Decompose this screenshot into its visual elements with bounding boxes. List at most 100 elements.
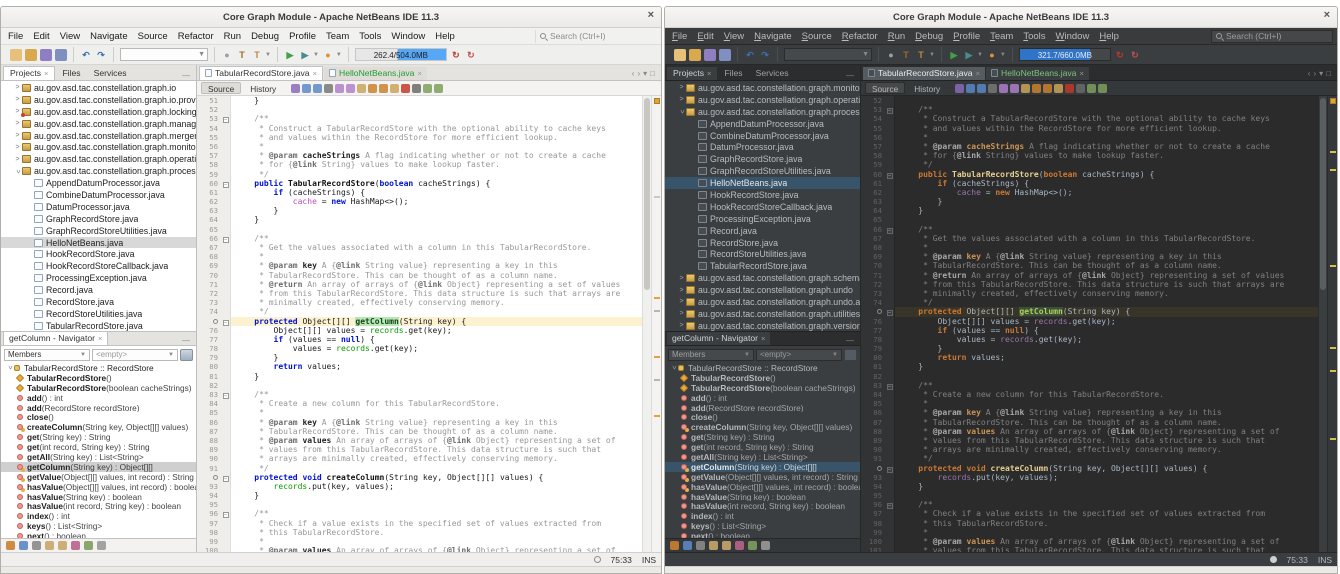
scroll-tabs-right-icon[interactable]: › — [637, 69, 640, 78]
run-project-icon[interactable]: ▶ — [948, 49, 960, 61]
code-line[interactable]: 71 * @return An array of arrays of {@lin… — [197, 280, 642, 289]
code-line[interactable]: 62 cache = new HashMap<>(); — [197, 197, 642, 206]
opened-documents-icon[interactable]: ▾ — [643, 69, 647, 78]
debug-project-icon-dropdown[interactable]: ▼ — [313, 52, 319, 58]
tree-item[interactable]: >au.gov.asd.tac.constellation.graph.oper… — [665, 94, 860, 106]
code-line[interactable]: 76 Object[][] values = records.get(key); — [197, 326, 642, 335]
menu-edit[interactable]: Edit — [692, 31, 718, 42]
menu-window[interactable]: Window — [1051, 31, 1095, 42]
code-line[interactable]: 63 } — [197, 206, 642, 215]
code-line[interactable]: 68 * — [197, 252, 642, 261]
code-line[interactable]: 94 } — [197, 491, 642, 500]
menu-profile[interactable]: Profile — [284, 31, 321, 42]
back-icon[interactable] — [966, 84, 975, 93]
tab-close-icon[interactable]: × — [1079, 70, 1083, 77]
code-line[interactable]: 74 */ — [861, 298, 1318, 307]
code-editor[interactable]: 51 }5253– /**54 * Construct a TabularRec… — [197, 96, 642, 552]
open-project-icon[interactable] — [704, 49, 716, 61]
fold-column[interactable]: – — [221, 509, 230, 518]
toggle-highlight-icon[interactable] — [1021, 84, 1030, 93]
code-line[interactable]: 53– /** — [861, 105, 1318, 114]
menu-profile[interactable]: Profile — [948, 31, 985, 42]
navigator-member-item[interactable]: getColumn(String key) : Object[][] — [665, 462, 860, 472]
history-view-button[interactable]: History — [243, 82, 283, 94]
profile-project-icon[interactable]: ● — [986, 49, 998, 61]
show-fields-icon[interactable] — [19, 541, 28, 550]
stop-macro-icon[interactable] — [1076, 84, 1085, 93]
tree-item[interactable]: GraphRecordStoreUtilities.java — [1, 225, 196, 237]
tree-item[interactable]: RecordStoreUtilities.java — [1, 308, 196, 320]
navigator-member-item[interactable]: add(RecordStore recordStore) — [665, 403, 860, 413]
menu-help[interactable]: Help — [430, 31, 460, 42]
record-macro-icon[interactable] — [1065, 84, 1074, 93]
sidebar-tab-files[interactable]: Files — [718, 67, 748, 80]
editor-tab-tabularrecordstore-java[interactable]: TabularRecordStore.java× — [863, 67, 985, 80]
tree-item[interactable]: RecordStore.java — [1, 296, 196, 308]
project-config-select[interactable]: ▼ — [784, 48, 872, 61]
menu-view[interactable]: View — [719, 31, 749, 42]
tree-expander-icon[interactable]: > — [678, 107, 685, 116]
navigator-member-item[interactable]: get(int record, String key) : String — [1, 442, 196, 452]
code-line[interactable]: 91 */ — [861, 454, 1318, 463]
projects-minimize-icon[interactable]: — — [846, 71, 858, 80]
members-scope-select[interactable]: Members▼ — [668, 349, 754, 361]
navigator-minimize-icon[interactable]: — — [846, 336, 858, 345]
code-line[interactable]: 100 * @param values An array of arrays o… — [861, 537, 1318, 546]
code-line[interactable]: 56 * — [861, 133, 1318, 142]
code-line[interactable]: 90 * arrays are minimally created, effec… — [197, 454, 642, 463]
code-line[interactable]: – protected void createColumn(String key… — [861, 464, 1318, 473]
projects-minimize-icon[interactable]: — — [182, 71, 194, 80]
code-line[interactable]: – protected void createColumn(String key… — [197, 473, 642, 482]
navigator-member-item[interactable]: hasValue(Object[][] values, int record) … — [1, 482, 196, 492]
sort-position-icon[interactable] — [71, 541, 80, 550]
new-project-icon[interactable] — [25, 49, 37, 61]
navigator-member-item[interactable]: TabularRecordStore(boolean cacheStrings) — [1, 383, 196, 393]
memory-indicator[interactable]: 321.7/660.0MB — [1019, 48, 1111, 61]
show-inherited-icon[interactable] — [670, 541, 679, 550]
tree-item[interactable]: HookRecordStoreCallback.java — [1, 260, 196, 272]
clean-build-icon[interactable]: T — [251, 49, 263, 61]
fold-collapse-icon[interactable]: – — [887, 173, 893, 179]
tree-expander-icon[interactable]: > — [13, 96, 22, 103]
uncomment-icon[interactable] — [1098, 84, 1107, 93]
menu-tools[interactable]: Tools — [354, 31, 386, 42]
code-line[interactable]: 94 } — [861, 482, 1318, 491]
opened-documents-icon[interactable]: ▾ — [1319, 69, 1323, 78]
fold-column[interactable]: – — [885, 464, 894, 473]
code-line[interactable]: 99 * — [197, 537, 642, 546]
navigator-root-item[interactable]: >TabularRecordStore :: RecordStore — [1, 363, 196, 373]
fold-column[interactable]: – — [885, 381, 894, 390]
tree-expander-icon[interactable]: > — [670, 363, 677, 372]
tree-item[interactable]: TabularRecordStore.java — [1, 320, 196, 331]
fold-column[interactable]: – — [885, 170, 894, 179]
maximize-icon[interactable]: □ — [650, 69, 655, 78]
tree-item[interactable]: >au.gov.asd.tac.constellation.graph.util… — [665, 308, 860, 320]
tree-expander-icon[interactable]: > — [13, 120, 22, 127]
tree-item[interactable]: >au.gov.asd.tac.constellation.graph.moni… — [665, 82, 860, 94]
tree-expander-icon[interactable]: > — [677, 310, 686, 317]
menu-refactor[interactable]: Refactor — [173, 31, 219, 42]
code-line[interactable]: 60– public TabularRecordStore(boolean ca… — [861, 170, 1318, 179]
code-line[interactable]: 84 * Create a new column for this Tabula… — [861, 390, 1318, 399]
code-editor[interactable]: 5253– /**54 * Construct a TabularRecordS… — [861, 96, 1318, 552]
navigator-member-item[interactable]: get(String key) : String — [665, 432, 860, 442]
fold-collapse-icon[interactable]: – — [887, 503, 893, 509]
code-line[interactable]: 64 } — [861, 206, 1318, 215]
globe-icon[interactable]: ● — [885, 49, 897, 61]
code-line[interactable]: 72 * from this TabularRecordStore. This … — [861, 280, 1318, 289]
menu-view[interactable]: View — [55, 31, 85, 42]
fold-column[interactable]: – — [221, 473, 230, 482]
build-project-icon[interactable]: T — [236, 49, 248, 61]
tree-expander-icon[interactable]: > — [6, 363, 13, 372]
tree-item[interactable]: >au.gov.asd.tac.constellation.graph.oper… — [1, 153, 196, 165]
navigator-member-item[interactable]: next() : boolean — [1, 531, 196, 538]
memory-indicator[interactable]: 262.4/504.0MB — [355, 48, 447, 61]
navigator-member-item[interactable]: TabularRecordStore() — [665, 373, 860, 383]
back-icon[interactable] — [302, 84, 311, 93]
fold-collapse-icon[interactable]: – — [887, 228, 893, 234]
navigator-member-item[interactable]: hasValue(int record, String key) : boole… — [665, 501, 860, 511]
new-file-icon[interactable] — [674, 49, 686, 61]
code-line[interactable]: 89 * values from this TabularRecordStore… — [197, 445, 642, 454]
record-macro-icon[interactable] — [401, 84, 410, 93]
code-line[interactable]: 88 * @param values An array of arrays of… — [861, 427, 1318, 436]
